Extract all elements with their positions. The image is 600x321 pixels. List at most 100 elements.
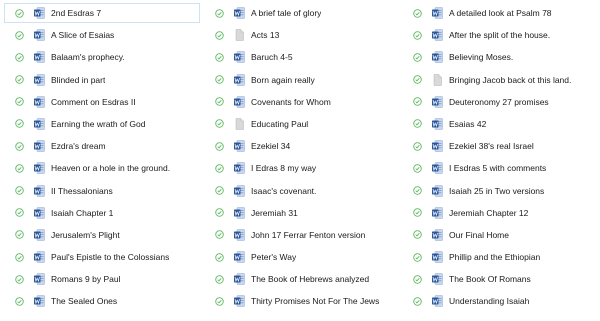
synced-icon xyxy=(412,96,423,107)
word-doc-icon xyxy=(34,273,45,285)
file-item[interactable]: Covenants for Whom xyxy=(204,92,400,112)
synced-icon xyxy=(214,141,225,152)
file-item[interactable]: Jeremiah Chapter 12 xyxy=(402,203,598,223)
file-item[interactable]: Heaven or a hole in the ground. xyxy=(4,158,200,178)
file-item[interactable]: Isaac's covenant. xyxy=(204,181,400,201)
file-name: Ezdra's dream xyxy=(51,141,106,152)
file-item[interactable]: II Thessalonians xyxy=(4,181,200,201)
word-doc-icon xyxy=(432,96,443,108)
word-doc-icon xyxy=(34,96,45,108)
synced-icon xyxy=(214,52,225,63)
file-name: Ezekiel 34 xyxy=(251,141,291,152)
file-item[interactable]: A detailed look at Psalm 78 xyxy=(402,3,598,23)
file-name: Esaias 42 xyxy=(449,118,487,129)
synced-icon xyxy=(14,274,25,285)
file-item[interactable]: The Book Of Romans xyxy=(402,269,598,289)
word-doc-icon xyxy=(234,140,245,152)
file-item[interactable]: Romans 9 by Paul xyxy=(4,269,200,289)
synced-icon xyxy=(412,118,423,129)
word-doc-icon xyxy=(432,184,443,197)
synced-icon xyxy=(214,96,225,107)
file-item[interactable]: Born again really xyxy=(204,70,400,90)
file-item[interactable]: Isaiah 25 in Two versions xyxy=(402,181,598,201)
word-doc-icon xyxy=(234,96,245,108)
file-name: Earning the wrath of God xyxy=(51,118,146,129)
file-item[interactable]: After the split of the house. xyxy=(402,25,598,45)
file-name: Believing Moses. xyxy=(449,52,514,63)
file-name: A detailed look at Psalm 78 xyxy=(449,8,552,18)
file-name: Baruch 4-5 xyxy=(251,52,293,63)
generic-file-icon xyxy=(432,73,443,86)
synced-icon xyxy=(412,229,423,240)
word-doc-icon xyxy=(432,162,443,175)
file-column-3: A detailed look at Psalm 78 After the spl… xyxy=(402,3,598,314)
synced-icon xyxy=(14,52,25,63)
word-doc-icon xyxy=(34,118,45,130)
word-doc-icon xyxy=(34,295,45,308)
generic-file-icon xyxy=(234,29,245,41)
file-name: I Edras 8 my way xyxy=(251,163,317,174)
word-doc-icon xyxy=(234,206,245,219)
file-item[interactable]: John 17 Ferrar Fenton version xyxy=(204,225,400,245)
file-item[interactable]: Earning the wrath of God xyxy=(4,114,200,134)
file-item[interactable]: Peter's Way xyxy=(204,247,400,267)
synced-icon xyxy=(214,229,225,240)
file-name: Acts 13 xyxy=(251,30,280,41)
file-item[interactable]: Paul's Epistle to the Colossians xyxy=(4,247,200,267)
file-item[interactable]: Understanding Isaiah xyxy=(402,291,598,311)
word-doc-icon xyxy=(34,7,45,19)
synced-icon xyxy=(214,74,225,85)
synced-icon xyxy=(412,296,423,307)
file-item[interactable]: Esaias 42 xyxy=(402,114,598,134)
file-name: A brief tale of glory xyxy=(251,8,322,18)
synced-icon xyxy=(214,252,225,263)
file-item[interactable]: Thirty Promises Not For The Jews xyxy=(204,291,400,311)
file-item[interactable]: Isaiah Chapter 1 xyxy=(4,203,200,223)
file-name: A Slice of Esaias xyxy=(51,30,115,41)
file-item[interactable]: Comment on Esdras II xyxy=(4,92,200,112)
synced-icon xyxy=(412,30,423,41)
file-item[interactable]: Bringing Jacob back ot this land. xyxy=(402,70,598,90)
word-doc-icon xyxy=(432,273,443,285)
file-name: Blinded in part xyxy=(51,74,106,85)
file-item[interactable]: Ezekiel 38's real Israel xyxy=(402,136,598,156)
file-name: Phillip and the Ethiopian xyxy=(449,252,541,263)
file-item[interactable]: A Slice of Esaias xyxy=(4,25,200,45)
file-item[interactable]: A brief tale of glory xyxy=(204,3,400,23)
synced-icon xyxy=(214,274,225,285)
file-item[interactable]: Deuteronomy 27 promises xyxy=(402,92,598,112)
file-item[interactable]: The Book of Hebrews analyzed xyxy=(204,269,400,289)
word-doc-icon xyxy=(432,118,443,130)
file-item[interactable]: Educating Paul xyxy=(204,114,400,134)
file-item[interactable]: The Sealed Ones xyxy=(4,291,200,311)
file-item[interactable]: I Esdras 5 with comments xyxy=(402,158,598,178)
file-name: Jeremiah Chapter 12 xyxy=(449,207,529,218)
file-name: Covenants for Whom xyxy=(251,96,331,107)
synced-icon xyxy=(14,185,25,196)
file-item[interactable]: Blinded in part xyxy=(4,70,200,90)
file-item[interactable]: Jeremiah 31 xyxy=(204,203,400,223)
file-name: Jeremiah 31 xyxy=(251,207,298,218)
word-doc-icon xyxy=(234,295,245,308)
file-item[interactable]: Ezdra's dream xyxy=(4,136,200,156)
file-item[interactable]: Balaam's prophecy. xyxy=(4,47,200,67)
synced-icon xyxy=(14,252,25,263)
file-item[interactable]: Baruch 4-5 xyxy=(204,47,400,67)
file-item[interactable]: Ezekiel 34 xyxy=(204,136,400,156)
synced-icon xyxy=(14,118,25,129)
file-item[interactable]: I Edras 8 my way xyxy=(204,158,400,178)
file-name: The Sealed Ones xyxy=(51,296,118,307)
file-item[interactable]: Phillip and the Ethiopian xyxy=(402,247,598,267)
synced-icon xyxy=(214,30,225,41)
file-item[interactable]: Believing Moses. xyxy=(402,47,598,67)
synced-icon xyxy=(14,296,25,307)
synced-icon xyxy=(14,74,25,85)
file-item[interactable]: Jerusalem's Plight xyxy=(4,225,200,245)
file-item[interactable]: Our Final Home xyxy=(402,225,598,245)
file-name: Understanding Isaiah xyxy=(449,296,530,307)
synced-icon xyxy=(412,252,423,263)
word-doc-icon xyxy=(34,73,45,86)
file-item[interactable]: 2nd Esdras 7 xyxy=(4,3,200,23)
file-item[interactable]: Acts 13 xyxy=(204,25,400,45)
file-name: Thirty Promises Not For The Jews xyxy=(251,296,380,307)
